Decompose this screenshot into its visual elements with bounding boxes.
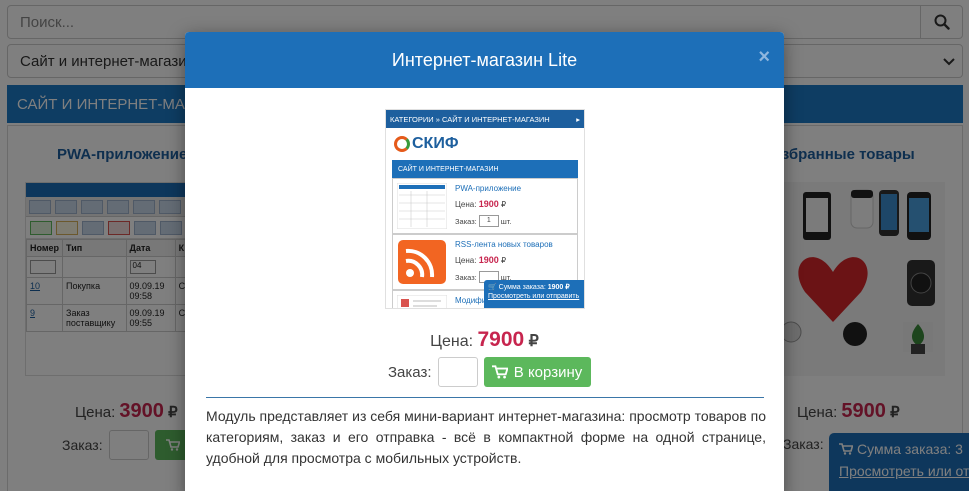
product-description: Модуль представляет из себя мини-вариант… <box>206 408 766 466</box>
preview-item-price: Цена: 1900 ₽ <box>455 255 507 265</box>
currency-symbol: ₽ <box>528 333 539 350</box>
modal-order-row: Заказ: В корзину <box>388 357 591 387</box>
preview-category-title: САЙТ И ИНТЕРНЕТ-МАГАЗИН <box>392 160 578 178</box>
preview-item: PWA-приложение Цена: 1900 ₽ Заказ: 1 шт. <box>392 178 578 234</box>
modal-header: Интернет-магазин Lite × <box>185 32 784 88</box>
preview-item-name: Модифи <box>455 296 487 305</box>
modal-title: Интернет-магазин Lite <box>391 49 578 70</box>
preview-breadcrumb-text: КАТЕГОРИИ » САЙТ И ИНТЕРНЕТ-МАГАЗИН <box>390 114 550 124</box>
preview-item-name: RSS-лента новых товаров <box>455 240 553 249</box>
price-value: 7900 <box>477 328 525 351</box>
product-preview-image: КАТЕГОРИИ » САЙТ И ИНТЕРНЕТ-МАГАЗИН ▸ СК… <box>385 109 585 309</box>
price-label: Цена: <box>430 333 474 350</box>
skif-logo: СКИФ <box>386 128 584 160</box>
preview-breadcrumb: КАТЕГОРИИ » САЙТ И ИНТЕРНЕТ-МАГАЗИН ▸ <box>386 110 584 128</box>
preview-item-order: Заказ: 1 шт. <box>455 215 512 227</box>
add-to-cart-label: В корзину <box>513 363 583 381</box>
cart-icon <box>491 365 508 379</box>
close-icon[interactable]: × <box>758 46 770 69</box>
table-thumbnail-icon <box>397 183 447 229</box>
preview-floating-cart: 🛒 Сумма заказа: 1900 ₽ Просмотреть или о… <box>484 280 584 308</box>
preview-item-price: Цена: 1900 ₽ <box>455 199 507 209</box>
quantity-input[interactable] <box>437 357 478 387</box>
document-thumbnail-icon <box>397 295 447 308</box>
divider <box>206 397 764 398</box>
preview-item-name: PWA-приложение <box>455 184 522 193</box>
product-modal: Интернет-магазин Lite × КАТЕГОРИИ » САЙТ… <box>185 32 784 491</box>
add-to-cart-button[interactable]: В корзину <box>483 357 591 387</box>
rss-icon <box>398 240 446 284</box>
modal-price: Цена: 7900 ₽ <box>185 328 784 352</box>
chevron-right-icon: ▸ <box>576 114 580 124</box>
order-label: Заказ: <box>388 363 432 381</box>
